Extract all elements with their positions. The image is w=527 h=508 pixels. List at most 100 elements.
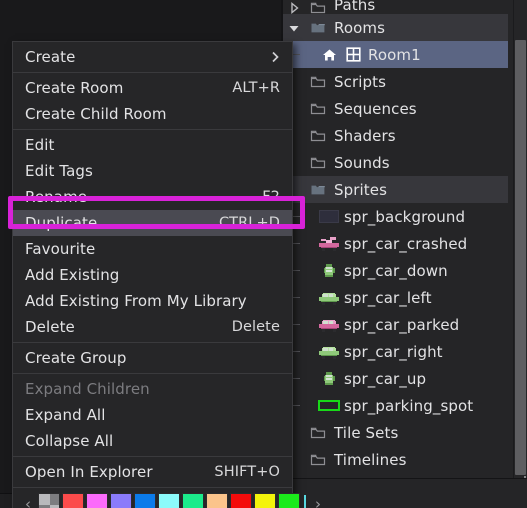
- chevron-right-icon: [270, 50, 280, 64]
- swatch-next-arrow-icon[interactable]: ›: [309, 491, 327, 508]
- menu-item-edit-tags[interactable]: Edit Tags: [13, 158, 292, 184]
- tree-vertical-scrollbar[interactable]: [514, 0, 527, 508]
- chevron-right-icon[interactable]: [283, 2, 305, 14]
- tree-row-label: spr_car_down: [344, 261, 448, 280]
- tree-row-label: Sprites: [334, 180, 388, 199]
- menu-separator: [13, 373, 292, 374]
- sprite-thumb-car-crashed: [317, 236, 341, 252]
- colour-swatch-green[interactable]: [182, 493, 204, 508]
- tree-row-spr-car-down[interactable]: spr_car_down: [283, 257, 508, 284]
- menu-item-label: Expand All: [25, 406, 106, 424]
- colour-swatch-salmon[interactable]: [62, 493, 84, 508]
- folder-outline-icon: [305, 75, 331, 88]
- colour-swatch-purple[interactable]: [110, 493, 132, 508]
- tree-row-sequences[interactable]: Sequences: [283, 95, 508, 122]
- colour-swatch-blue[interactable]: [134, 493, 156, 508]
- menu-item-label: Create: [25, 48, 76, 66]
- colour-swatch-cyan[interactable]: [158, 493, 180, 508]
- menu-item-edit[interactable]: Edit: [13, 132, 292, 158]
- menu-item-label: Create Group: [25, 349, 127, 367]
- tree-row-sprites[interactable]: Sprites: [283, 176, 508, 203]
- menu-item-expand-all[interactable]: Expand All: [13, 402, 292, 428]
- colour-swatch-orange[interactable]: [206, 493, 228, 508]
- menu-item-label: Collapse All: [25, 432, 114, 450]
- tree-row-sounds[interactable]: Sounds: [283, 149, 508, 176]
- colour-swatch-red[interactable]: [230, 493, 252, 508]
- tree-row-label: Rooms: [334, 18, 386, 37]
- menu-item-add-existing-from-my-library[interactable]: Add Existing From My Library: [13, 288, 292, 314]
- tree-row-label: Scripts: [334, 72, 387, 91]
- menu-separator: [13, 342, 292, 343]
- tree-row-spr-car-parked[interactable]: spr_car_parked: [283, 311, 508, 338]
- tree-row-label: spr_car_up: [344, 369, 427, 388]
- menu-item-label: Open In Explorer: [25, 463, 153, 481]
- menu-item-collapse-all[interactable]: Collapse All: [13, 428, 292, 454]
- menu-item-label: Edit Tags: [25, 162, 93, 180]
- tree-row-label: Room1: [368, 45, 421, 64]
- tree-scrollbar-thumb[interactable]: [515, 40, 526, 475]
- tree-row-paths[interactable]: Paths: [283, 0, 508, 14]
- tree-row-label: Timelines: [334, 450, 407, 469]
- menu-item-label: Create Child Room: [25, 105, 167, 123]
- panel-bottom-divider: [283, 478, 527, 479]
- tree-row-spr-car-crashed[interactable]: spr_car_crashed: [283, 230, 508, 257]
- menu-item-expand-children: Expand Children: [13, 376, 292, 402]
- menu-item-create-group[interactable]: Create Group: [13, 345, 292, 371]
- tree-row-spr-car-left[interactable]: spr_car_left: [283, 284, 508, 311]
- menu-item-label: Duplicate: [25, 214, 98, 232]
- folder-open-icon: [305, 183, 331, 196]
- colour-tag-swatch-bar[interactable]: ‹ ›: [13, 490, 321, 508]
- tree-row-shaders[interactable]: Shaders: [283, 122, 508, 149]
- swatch-prev-arrow-icon[interactable]: ‹: [19, 491, 37, 508]
- colour-swatch-magenta[interactable]: [86, 493, 108, 508]
- asset-context-menu[interactable]: Create Create Room ALT+R Create Child Room E…: [12, 41, 321, 508]
- menu-item-favourite[interactable]: Favourite: [13, 236, 292, 262]
- tree-row-label: spr_car_crashed: [344, 234, 468, 253]
- chevron-down-icon[interactable]: [283, 22, 305, 34]
- menu-item-add-existing[interactable]: Add Existing: [13, 262, 292, 288]
- menu-item-label: Add Existing: [25, 266, 120, 284]
- tree-row-scripts[interactable]: Scripts: [283, 68, 508, 95]
- menu-item-shortcut: Delete: [231, 319, 280, 335]
- tree-row-room1[interactable]: Room1: [283, 41, 508, 68]
- sprite-thumb-background: [317, 210, 341, 223]
- asset-browser-panel: Paths Rooms Room1 Scripts Sequences Shaders So…: [283, 0, 527, 508]
- tree-row-label: Sequences: [334, 99, 417, 118]
- sprite-thumb-car-right: [317, 344, 341, 360]
- tree-row-spr-car-up[interactable]: spr_car_up: [283, 365, 508, 392]
- menu-item-open-in-explorer[interactable]: Open In Explorer SHIFT+O: [13, 459, 292, 485]
- swatch-selection-caret: [301, 493, 309, 508]
- tree-row-label: Paths: [334, 0, 376, 14]
- menu-separator: [13, 129, 292, 130]
- menu-item-duplicate[interactable]: Duplicate CTRL+D: [13, 210, 292, 236]
- menu-item-create-child-room[interactable]: Create Child Room: [13, 101, 292, 127]
- room-grid-icon: [341, 47, 365, 62]
- colour-swatch-lime[interactable]: [278, 493, 300, 508]
- folder-outline-icon: [305, 156, 331, 169]
- menu-item-label: Rename: [25, 188, 88, 206]
- tree-row-tile-sets[interactable]: Tile Sets: [283, 419, 508, 446]
- asset-browser-tree[interactable]: Paths Rooms Room1 Scripts Sequences Shaders So…: [283, 0, 508, 508]
- folder-outline-icon: [305, 426, 331, 439]
- menu-item-create-room[interactable]: Create Room ALT+R: [13, 75, 292, 101]
- folder-outline-icon: [305, 1, 331, 14]
- menu-separator: [13, 72, 292, 73]
- sprite-thumb-car-down: [317, 263, 341, 277]
- folder-outline-icon: [305, 129, 331, 142]
- tree-row-label: Sounds: [334, 153, 390, 172]
- tree-row-timelines[interactable]: Timelines: [283, 446, 508, 473]
- menu-item-create[interactable]: Create: [13, 44, 292, 70]
- colour-swatch-none[interactable]: [38, 493, 60, 508]
- sprite-thumb-car-left: [317, 290, 341, 306]
- tree-row-rooms[interactable]: Rooms: [283, 14, 508, 41]
- colour-swatch-yellow[interactable]: [254, 493, 276, 508]
- menu-item-rename[interactable]: Rename F2: [13, 184, 292, 210]
- menu-item-delete[interactable]: Delete Delete: [13, 314, 292, 340]
- tree-row-spr-car-right[interactable]: spr_car_right: [283, 338, 508, 365]
- tree-row-label: spr_car_right: [344, 342, 443, 361]
- tree-row-spr-parking-spot[interactable]: spr_parking_spot: [283, 392, 508, 419]
- menu-item-shortcut: ALT+R: [232, 80, 280, 96]
- menu-item-label: Favourite: [25, 240, 96, 258]
- home-icon: [317, 48, 341, 62]
- tree-row-spr-background[interactable]: spr_background: [283, 203, 508, 230]
